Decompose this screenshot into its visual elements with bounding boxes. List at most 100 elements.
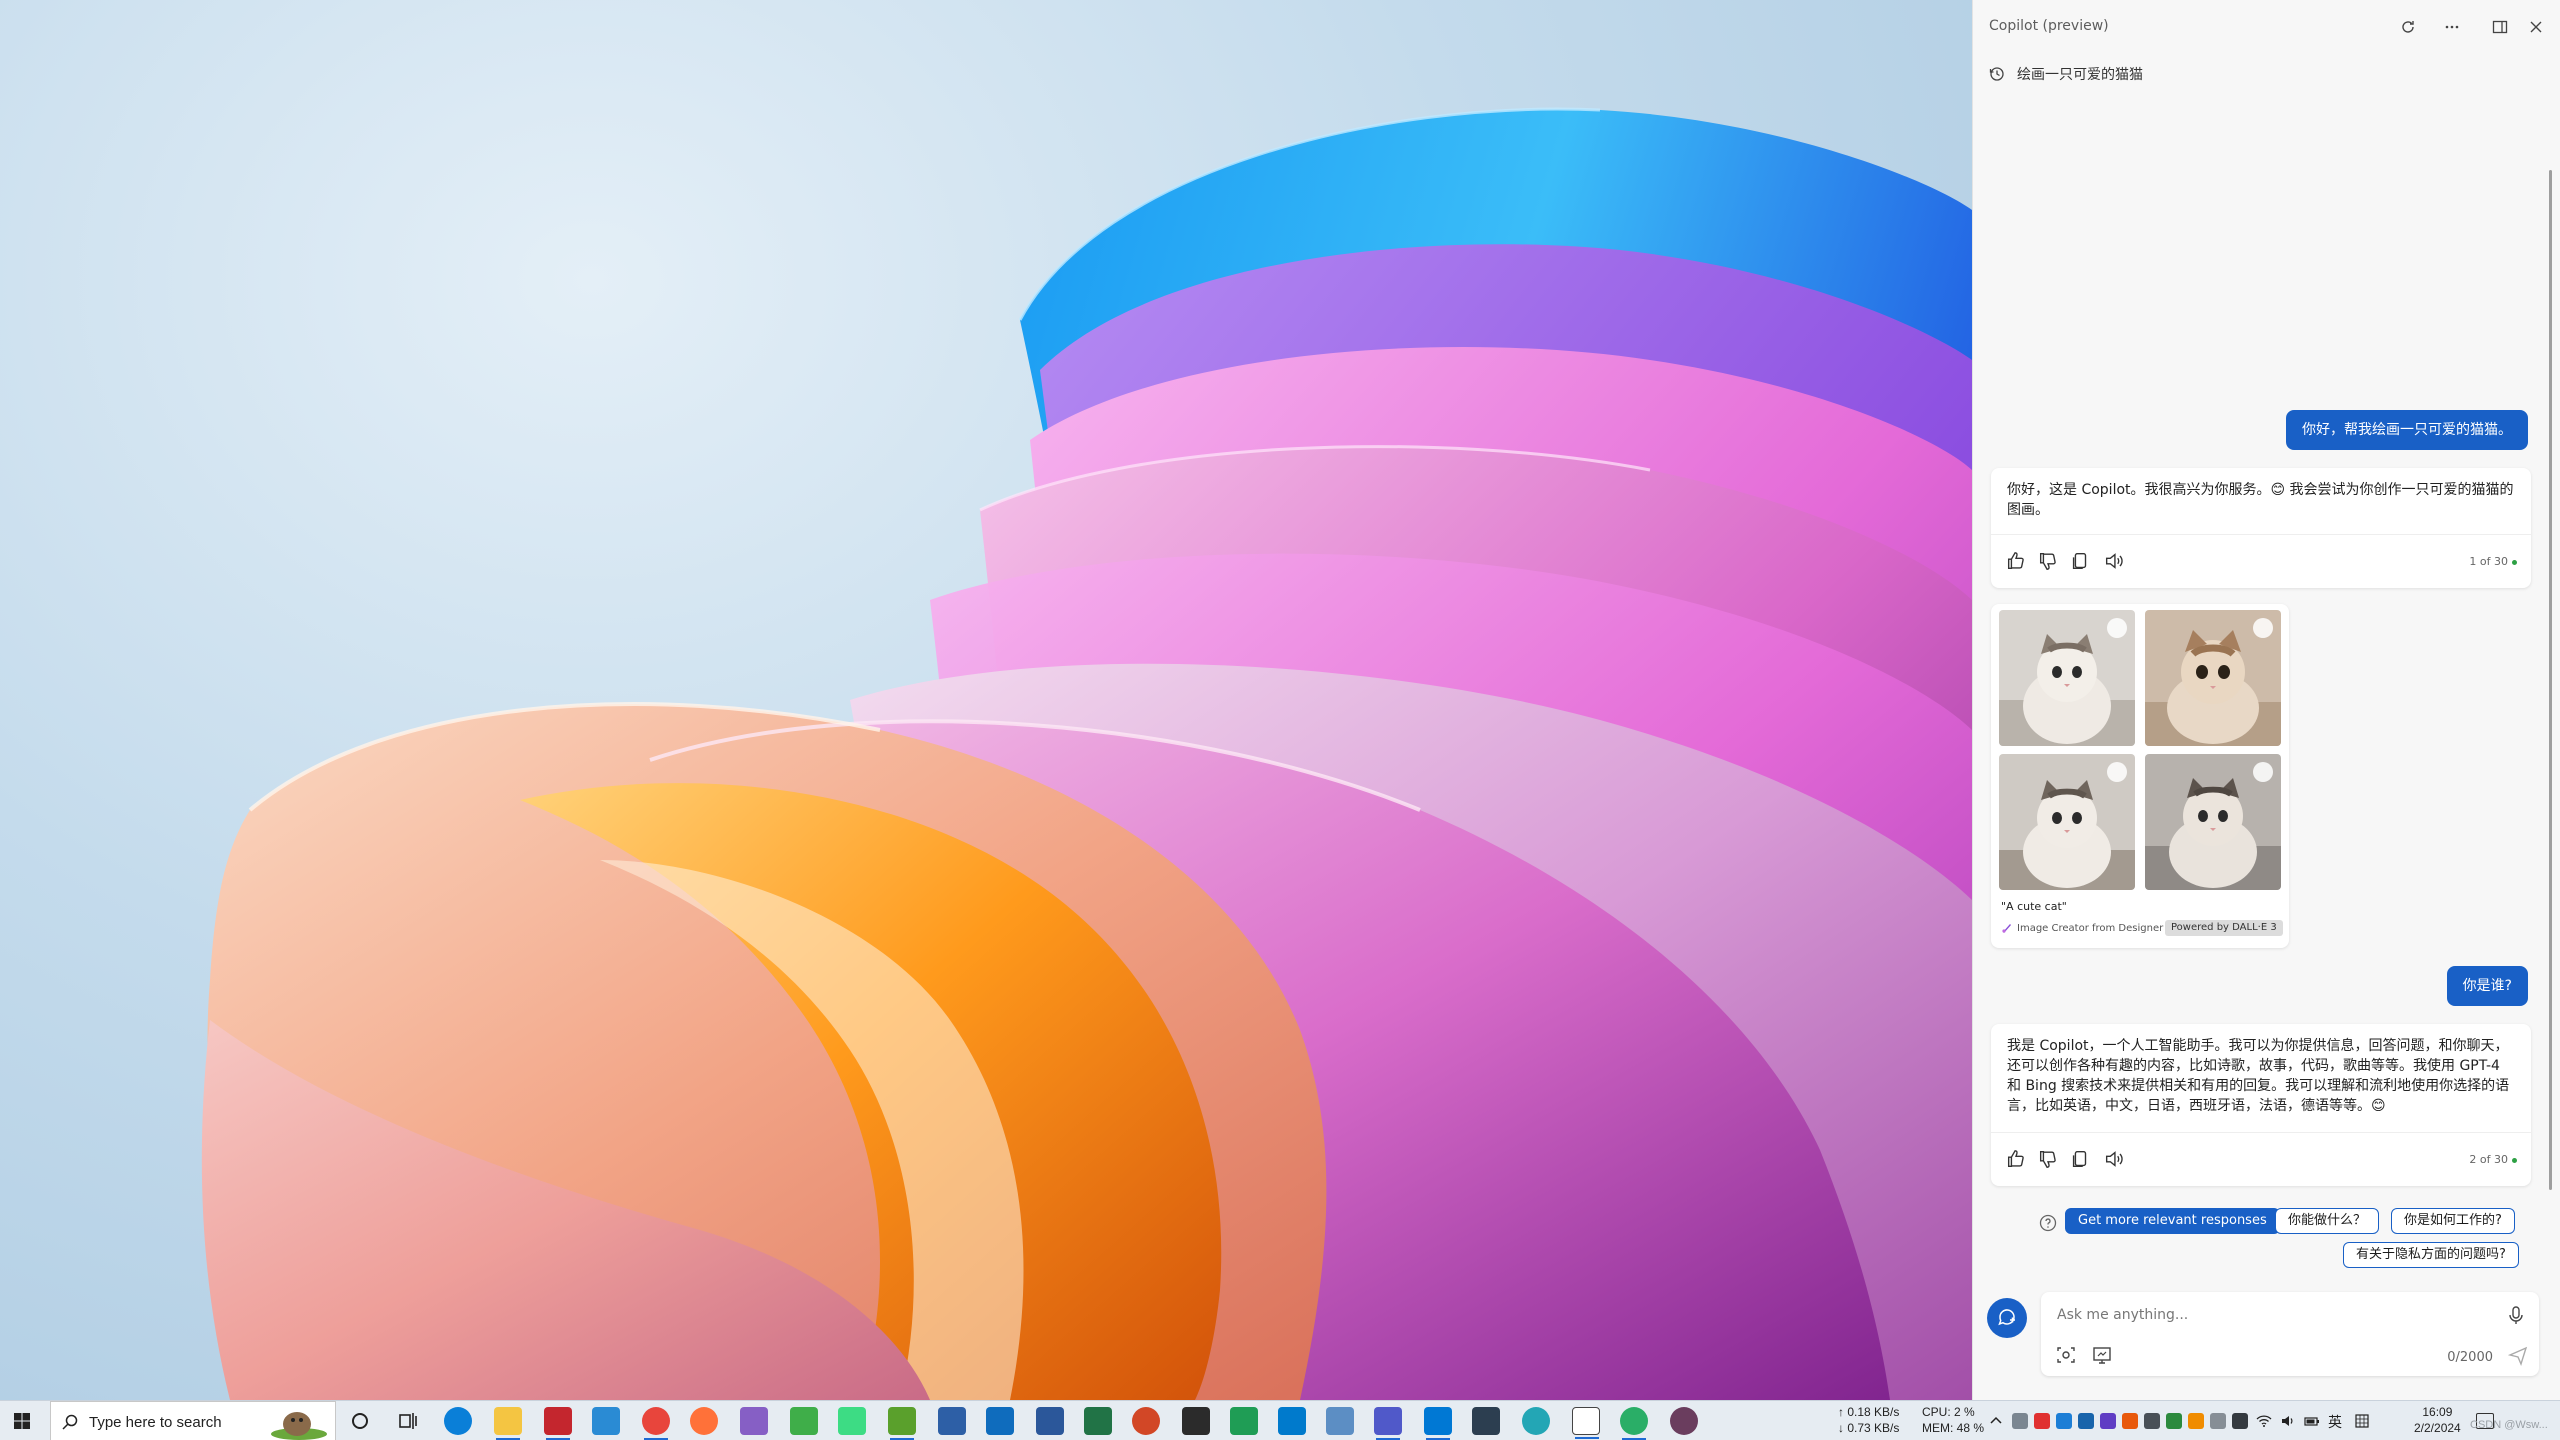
help-icon[interactable] — [2039, 1214, 2057, 1232]
outlook-icon[interactable] — [986, 1407, 1014, 1435]
status-dot — [2512, 1157, 2517, 1163]
tray-app-icon[interactable] — [2232, 1413, 2248, 1429]
desktop-wallpaper — [0, 0, 1972, 1400]
tray-app-icon[interactable] — [2166, 1413, 2182, 1429]
dislike-button[interactable] — [2037, 550, 2061, 574]
microphone-icon[interactable] — [2505, 1304, 2527, 1326]
suggestion-chip[interactable]: 你是如何工作的? — [2391, 1208, 2515, 1234]
app-red-icon[interactable] — [544, 1407, 572, 1440]
app-blue-icon[interactable] — [938, 1407, 966, 1435]
conversation-history-entry[interactable]: 绘画一只可爱的猫猫 — [1989, 62, 2143, 86]
notepad-plus-icon[interactable] — [888, 1407, 916, 1440]
read-aloud-button[interactable] — [2103, 550, 2127, 574]
read-aloud-button[interactable] — [2103, 1148, 2127, 1172]
image-action-icon[interactable] — [2107, 762, 2127, 782]
image-source[interactable]: Image Creator from Designer — [2001, 922, 2163, 934]
cortana-icon[interactable] — [346, 1407, 374, 1435]
battery-icon[interactable] — [2304, 1413, 2320, 1429]
network-speed-readout: ↑ 0.18 KB/s ↓ 0.73 KB/s — [1838, 1404, 1899, 1436]
generated-image[interactable] — [1999, 610, 2135, 746]
volume-icon[interactable] — [2280, 1413, 2296, 1429]
copy-button[interactable] — [2069, 550, 2093, 574]
ime-grid-icon[interactable] — [2354, 1413, 2370, 1429]
memory-usage: MEM: 48 % — [1922, 1421, 1985, 1435]
tray-app-icon[interactable] — [2100, 1413, 2116, 1429]
like-button[interactable] — [2005, 1148, 2029, 1172]
tray-app-icon[interactable] — [2188, 1413, 2204, 1429]
excel-icon[interactable] — [1084, 1407, 1112, 1435]
app-purple-icon[interactable] — [1670, 1407, 1698, 1435]
speaker-icon — [2105, 553, 2123, 569]
screenshot-icon[interactable] — [2091, 1344, 2113, 1366]
status-dot — [2512, 559, 2517, 565]
suggestion-chip[interactable]: 有关于隐私方面的问题吗? — [2343, 1242, 2519, 1268]
app-window-icon[interactable] — [1326, 1407, 1354, 1435]
input-language-indicator[interactable]: 英 — [2328, 1412, 2342, 1432]
xshell-icon[interactable] — [1230, 1407, 1258, 1435]
tray-app-icon[interactable] — [2078, 1413, 2094, 1429]
thumbs-down-icon — [2039, 1150, 2056, 1168]
firefox-icon[interactable] — [690, 1407, 718, 1435]
generated-image[interactable] — [1999, 754, 2135, 890]
like-button[interactable] — [2005, 550, 2029, 574]
more-icon — [2445, 25, 2459, 29]
powered-by-badge: Powered by DALL·E 3 — [2165, 920, 2283, 936]
copy-icon — [2072, 552, 2087, 570]
copy-button[interactable] — [2069, 1148, 2093, 1172]
suggestion-chip-relevant[interactable]: Get more relevant responses — [2065, 1208, 2280, 1234]
send-icon[interactable] — [2507, 1344, 2529, 1366]
chrome-icon[interactable] — [642, 1407, 670, 1440]
taskbar-clock[interactable]: 16:09 2/2/2024 — [2414, 1404, 2461, 1436]
image-action-icon[interactable] — [2107, 618, 2127, 638]
chat-bubble-icon — [1998, 1309, 2015, 1326]
taskbar-search-box[interactable]: Type here to search — [50, 1401, 336, 1440]
qt-creator-icon[interactable] — [790, 1407, 818, 1435]
generated-image[interactable] — [2145, 754, 2281, 890]
copilot-panel: Copilot (preview) 绘画一只可爱的猫猫 你好，帮我绘画一只可爱的… — [1972, 0, 2560, 1400]
app-dark-icon[interactable] — [1472, 1407, 1500, 1435]
more-options-button[interactable] — [2437, 12, 2467, 42]
task-view-icon[interactable] — [394, 1407, 422, 1435]
tray-app-icon[interactable] — [2056, 1413, 2072, 1429]
search-app-icon[interactable] — [592, 1407, 620, 1435]
powerpoint-icon[interactable] — [1132, 1407, 1160, 1435]
dislike-button[interactable] — [2037, 1148, 2061, 1172]
image-action-icon[interactable] — [2253, 618, 2273, 638]
outlook-new-icon[interactable] — [1424, 1407, 1452, 1440]
tray-app-icon[interactable] — [2144, 1413, 2160, 1429]
tray-app-icon[interactable] — [2012, 1413, 2028, 1429]
character-count: 0/2000 — [2447, 1350, 2493, 1365]
generated-image[interactable] — [2145, 610, 2281, 746]
thumbs-up-icon — [2007, 1150, 2024, 1168]
image-upload-icon[interactable] — [2055, 1344, 2077, 1366]
word-icon[interactable] — [1036, 1407, 1064, 1435]
terminal-icon[interactable] — [1182, 1407, 1210, 1435]
teams-icon[interactable] — [1374, 1407, 1402, 1440]
edge-icon[interactable] — [444, 1407, 472, 1435]
taskbar: Type here to search ↑ 0.18 KB/s ↓ 0.73 K… — [0, 1400, 2560, 1440]
wifi-icon[interactable] — [2256, 1413, 2272, 1429]
image-action-icon[interactable] — [2253, 762, 2273, 782]
dock-panel-button[interactable] — [2485, 12, 2515, 42]
android-studio-icon[interactable] — [838, 1407, 866, 1435]
vscode-icon[interactable] — [1278, 1407, 1306, 1435]
tray-app-icon[interactable] — [2122, 1413, 2138, 1429]
tray-app-icon[interactable] — [2210, 1413, 2226, 1429]
close-button[interactable] — [2521, 12, 2551, 42]
visual-studio-icon[interactable] — [740, 1407, 768, 1435]
tray-app-icon[interactable] — [2034, 1413, 2050, 1429]
typora-icon[interactable] — [1572, 1407, 1600, 1439]
new-topic-button[interactable] — [1987, 1298, 2027, 1338]
designer-icon — [2002, 924, 2011, 933]
file-explorer-icon[interactable] — [494, 1407, 522, 1440]
windows-start-button[interactable] — [8, 1409, 36, 1433]
wechat-icon[interactable] — [1620, 1407, 1648, 1440]
thumbs-up-icon — [2007, 552, 2024, 570]
refresh-button[interactable] — [2393, 12, 2423, 42]
chevron-up-icon[interactable] — [1988, 1413, 2004, 1429]
edge-dev-icon[interactable] — [1522, 1407, 1550, 1435]
suggestion-chip[interactable]: 你能做什么？ — [2275, 1208, 2380, 1234]
chat-input[interactable] — [2057, 1304, 2487, 1326]
speaker-icon — [2105, 1151, 2123, 1167]
chat-scrollbar[interactable] — [2549, 170, 2552, 1190]
